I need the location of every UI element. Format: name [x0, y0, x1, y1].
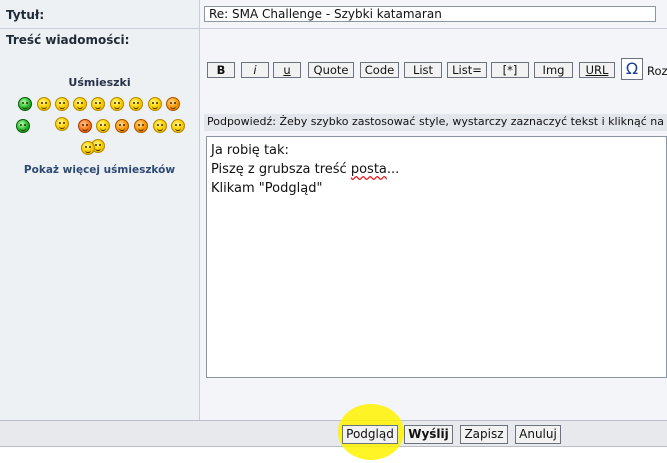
message-line-2-end: ...	[386, 162, 400, 177]
smiley-tongue-icon[interactable]	[148, 97, 162, 111]
smiley-kiss-icon[interactable]	[81, 141, 95, 155]
subject-input[interactable]: Re: SMA Challenge - Szybki katamaran	[204, 6, 656, 22]
smiley-angry-icon[interactable]	[166, 97, 180, 111]
list-button[interactable]: List	[404, 62, 442, 78]
labels-column	[0, 0, 200, 420]
smiley-smile-icon[interactable]	[55, 97, 69, 111]
message-line-1: Ja robię tak:	[211, 143, 289, 158]
smiley-sad-icon[interactable]	[73, 97, 87, 111]
smiley-devil-icon[interactable]	[134, 119, 148, 133]
quote-button[interactable]: Quote	[308, 62, 354, 78]
message-textarea[interactable]: Ja robię tak: Piszę z grubsza treść post…	[206, 136, 667, 378]
cancel-button[interactable]: Anuluj	[515, 425, 561, 444]
smiley-wink-icon[interactable]	[171, 119, 185, 133]
url-button[interactable]: URL	[579, 62, 615, 78]
smiley-shocked-icon[interactable]	[153, 119, 167, 133]
smiley-evil-icon[interactable]	[115, 119, 129, 133]
special-chars-omega-icon[interactable]: Ω	[621, 58, 643, 80]
message-line-3: Klikam "Podgląd"	[211, 181, 323, 196]
smiley-grin-icon[interactable]	[18, 97, 32, 111]
smiley-sick-icon[interactable]	[16, 119, 30, 133]
more-smileys-link[interactable]: Pokaż więcej uśmieszków	[0, 164, 199, 176]
smiley-worried-icon[interactable]	[91, 97, 105, 111]
list-item-button[interactable]: [*]	[491, 62, 529, 78]
misspelled-word: posta	[350, 162, 387, 177]
smiley-thumbs-icon[interactable]	[55, 117, 69, 131]
action-bar	[0, 420, 667, 447]
font-size-label: Roz	[647, 64, 667, 78]
smiley-cool-icon[interactable]	[129, 97, 143, 111]
code-button[interactable]: Code	[360, 62, 399, 78]
italic-button[interactable]: i	[241, 62, 269, 78]
post-reply-form: Tytuł: Re: SMA Challenge - Szybki katama…	[0, 0, 667, 463]
body-label: Treść wiadomości:	[6, 33, 130, 47]
save-button[interactable]: Zapisz	[460, 425, 508, 444]
smileys-title: Uśmieszki	[68, 76, 131, 89]
smiley-surprised-icon[interactable]	[96, 119, 110, 133]
smiley-confused-icon[interactable]	[110, 97, 124, 111]
underline-button[interactable]: u	[273, 62, 301, 78]
smiley-laugh-icon[interactable]	[37, 97, 51, 111]
message-line-2-start: Piszę z grubsza treść	[211, 162, 351, 177]
bold-button[interactable]: B	[207, 62, 235, 78]
row-divider	[0, 28, 667, 29]
smiley-blush-icon[interactable]	[78, 119, 92, 133]
ordered-list-button[interactable]: List=	[447, 62, 487, 78]
image-button[interactable]: Img	[534, 62, 573, 78]
preview-button[interactable]: Podgląd	[342, 425, 398, 444]
formatting-hint: Podpowiedź: Żeby szybko zastosować style…	[204, 114, 667, 131]
subject-label: Tytuł:	[6, 8, 45, 22]
send-button[interactable]: Wyślij	[404, 425, 453, 444]
